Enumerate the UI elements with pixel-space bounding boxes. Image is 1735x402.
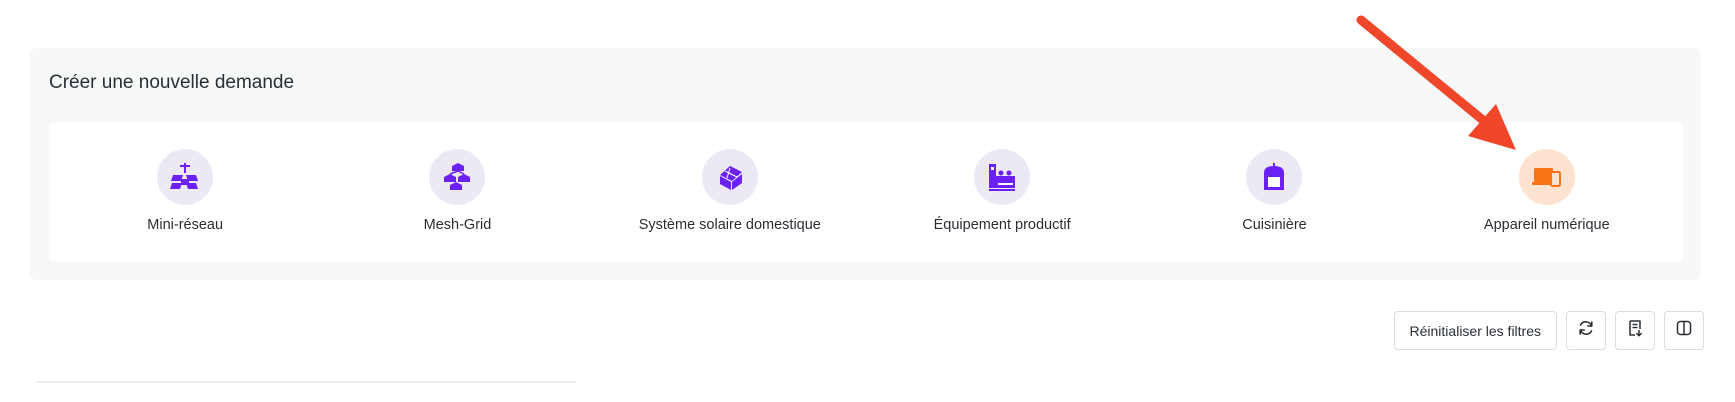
solar-home-icon <box>701 149 758 205</box>
digital-device-icon <box>1518 149 1575 205</box>
request-type-options: Mini-réseau Mesh-Grid Système solaire do… <box>49 123 1683 261</box>
option-label: Système solaire domestique <box>638 217 821 233</box>
option-digital-device[interactable]: Appareil numérique <box>1411 123 1683 261</box>
page: Créer une nouvelle demande Mini-réseau M… <box>0 0 1735 402</box>
mesh-grid-icon <box>429 149 486 205</box>
productive-equipment-icon <box>974 149 1031 205</box>
option-cookstove[interactable]: Cuisinière <box>1138 123 1410 261</box>
refresh-button[interactable] <box>1566 311 1606 350</box>
export-button[interactable] <box>1615 311 1655 350</box>
table-toolbar: Réinitialiser les filtres <box>1393 311 1704 350</box>
columns-icon <box>1675 319 1693 342</box>
option-label: Équipement productif <box>933 217 1071 233</box>
option-solar-home-system[interactable]: Système solaire domestique <box>594 123 866 261</box>
option-label: Mini-réseau <box>147 217 224 233</box>
cookstove-icon <box>1246 149 1303 205</box>
new-request-card: Créer une nouvelle demande Mini-réseau M… <box>29 48 1701 280</box>
option-mini-grid[interactable]: Mini-réseau <box>49 123 321 261</box>
columns-button[interactable] <box>1664 311 1704 350</box>
option-productive-equipment[interactable]: Équipement productif <box>866 123 1138 261</box>
option-mesh-grid[interactable]: Mesh-Grid <box>321 123 593 261</box>
mini-grid-icon <box>157 149 214 205</box>
option-label: Mesh-Grid <box>423 217 492 233</box>
table-top-edge <box>36 381 576 383</box>
option-label: Cuisinière <box>1242 217 1307 233</box>
option-label: Appareil numérique <box>1483 217 1610 233</box>
export-document-icon <box>1626 319 1644 342</box>
refresh-icon <box>1577 319 1595 342</box>
reset-filters-button[interactable]: Réinitialiser les filtres <box>1393 311 1557 350</box>
card-title: Créer une nouvelle demande <box>49 72 295 93</box>
